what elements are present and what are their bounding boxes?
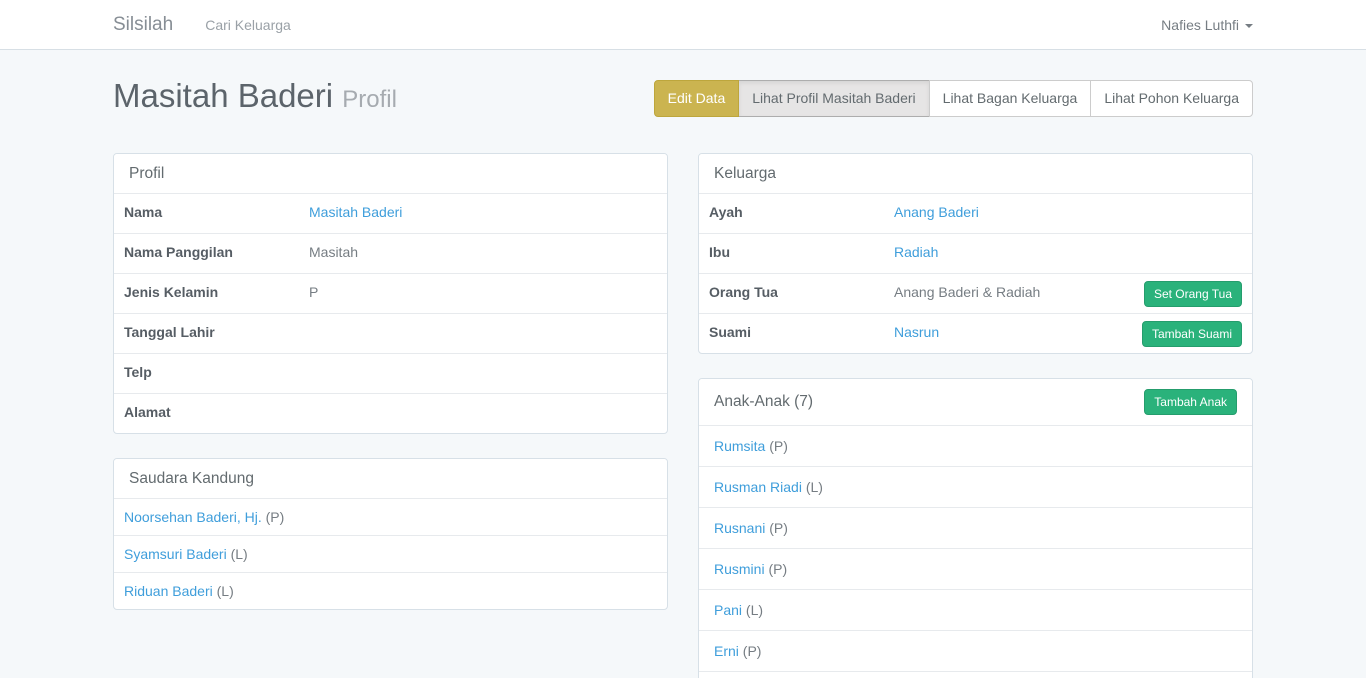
person-link[interactable]: Nasrun [894, 324, 939, 340]
list-item: Rusnani (P) [699, 507, 1252, 548]
keluarga-panel-heading: Keluarga [699, 154, 1252, 193]
keluarga-panel: Keluarga Ayah Anang Baderi Ibu Radiah Or… [698, 153, 1253, 354]
field-value: Masitah [299, 234, 667, 273]
profil-panel-heading: Profil [114, 154, 667, 193]
tambah-anak-button[interactable]: Tambah Anak [1144, 389, 1237, 415]
gender-label: (L) [217, 583, 234, 599]
gender-label: (L) [231, 546, 248, 562]
navbar: Silsilah Cari Keluarga Nafies Luthfi [0, 0, 1366, 50]
lihat-pohon-keluarga-button[interactable]: Lihat Pohon Keluarga [1090, 80, 1253, 117]
gender-label: (L) [746, 602, 763, 618]
person-link[interactable]: Anang Baderi [894, 204, 979, 220]
lihat-bagan-keluarga-button[interactable]: Lihat Bagan Keluarga [929, 80, 1092, 117]
person-link[interactable]: Rusmini [714, 561, 765, 577]
list-item: Rumsita (P) [699, 425, 1252, 466]
table-row: Alamat [114, 393, 667, 433]
table-row: Ayah Anang Baderi [699, 193, 1252, 233]
table-row: Nama Masitah Baderi [114, 193, 667, 233]
gender-label: (P) [769, 438, 788, 454]
person-link[interactable]: Syamsuri Baderi [124, 546, 227, 562]
table-row: Jenis Kelamin P [114, 273, 667, 313]
panel-title: Anak-Anak (7) [714, 393, 813, 411]
field-value [299, 314, 667, 353]
field-label: Ibu [699, 234, 884, 270]
user-dropdown[interactable]: Nafies Luthfi [1161, 17, 1253, 33]
panel-title: Saudara Kandung [129, 470, 254, 488]
table-row: Orang Tua Anang Baderi & Radiah Set Oran… [699, 273, 1252, 313]
set-orang-tua-button[interactable]: Set Orang Tua [1144, 281, 1242, 307]
field-label: Telp [114, 354, 299, 390]
field-label: Suami [699, 314, 884, 350]
panel-title: Profil [129, 165, 164, 183]
list-item: Pani (L) [699, 589, 1252, 630]
gender-label: (P) [743, 643, 762, 659]
person-name-title: Masitah Baderi [113, 77, 333, 114]
field-label: Orang Tua [699, 274, 884, 310]
gender-label: (P) [769, 520, 788, 536]
gender-label: (P) [768, 561, 787, 577]
brand-link[interactable]: Silsilah [113, 14, 173, 36]
person-link[interactable]: Noorsehan Baderi, Hj. [124, 509, 262, 525]
person-link[interactable]: Radiah [894, 244, 938, 260]
field-label: Alamat [114, 394, 299, 430]
page-title: Masitah Baderi Profil [113, 75, 397, 121]
person-link[interactable]: Pani [714, 602, 742, 618]
person-link[interactable]: Masitah Baderi [309, 204, 402, 220]
edit-data-button[interactable]: Edit Data [654, 80, 740, 117]
field-value [299, 354, 667, 393]
table-row: Nama Panggilan Masitah [114, 233, 667, 273]
tambah-suami-button[interactable]: Tambah Suami [1142, 321, 1242, 347]
person-link[interactable]: Rumsita [714, 438, 765, 454]
anak-panel-heading: Anak-Anak (7) Tambah Anak [699, 379, 1252, 425]
page-subtitle: Profil [342, 86, 397, 113]
list-item: Riduan Baderi (L) [114, 572, 667, 609]
table-row: Tanggal Lahir [114, 313, 667, 353]
caret-down-icon [1245, 24, 1253, 28]
gender-label: (P) [266, 509, 285, 525]
person-link[interactable]: Rusnani [714, 520, 765, 536]
field-value: P [299, 274, 667, 313]
field-value [299, 394, 667, 433]
user-name: Nafies Luthfi [1161, 17, 1239, 33]
field-label: Nama [114, 194, 299, 230]
profile-action-group: Edit Data Lihat Profil Masitah Baderi Li… [654, 80, 1253, 117]
list-item: Rusman Riadi (L) [699, 466, 1252, 507]
list-item-partial [699, 671, 1252, 678]
panel-title: Keluarga [714, 165, 776, 183]
list-item: Noorsehan Baderi, Hj. (P) [114, 498, 667, 535]
list-item: Erni (P) [699, 630, 1252, 671]
saudara-panel-heading: Saudara Kandung [114, 459, 667, 498]
anak-anak-panel: Anak-Anak (7) Tambah Anak Rumsita (P) Ru… [698, 378, 1253, 678]
field-label: Tanggal Lahir [114, 314, 299, 350]
nav-link-cari-keluarga[interactable]: Cari Keluarga [205, 17, 291, 33]
field-label: Nama Panggilan [114, 234, 299, 270]
saudara-kandung-panel: Saudara Kandung Noorsehan Baderi, Hj. (P… [113, 458, 668, 610]
person-link[interactable]: Riduan Baderi [124, 583, 213, 599]
field-label: Ayah [699, 194, 884, 230]
list-item: Syamsuri Baderi (L) [114, 535, 667, 572]
table-row: Telp [114, 353, 667, 393]
table-row: Suami Nasrun Tambah Suami [699, 313, 1252, 353]
list-item: Rusmini (P) [699, 548, 1252, 589]
profil-panel: Profil Nama Masitah Baderi Nama Panggila… [113, 153, 668, 434]
gender-label: (L) [806, 479, 823, 495]
page-header: Masitah Baderi Profil Edit Data Lihat Pr… [113, 75, 1253, 121]
lihat-profil-button[interactable]: Lihat Profil Masitah Baderi [738, 80, 929, 117]
field-value: Anang Baderi & Radiah [884, 274, 1134, 313]
person-link[interactable]: Erni [714, 643, 739, 659]
field-label: Jenis Kelamin [114, 274, 299, 310]
person-link[interactable]: Rusman Riadi [714, 479, 802, 495]
table-row: Ibu Radiah [699, 233, 1252, 273]
